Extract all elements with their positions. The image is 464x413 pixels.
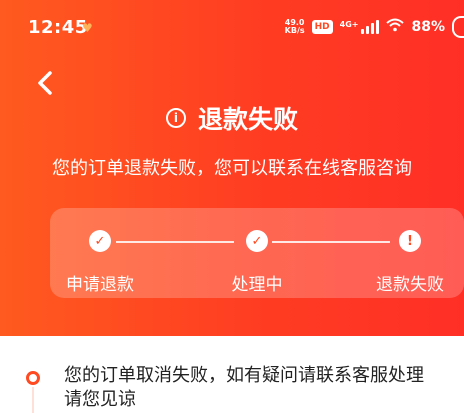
progress-step-apply: ✓ 申请退款 bbox=[45, 230, 155, 295]
heart-icon: ♥ bbox=[82, 21, 93, 35]
status-bar: 12:45 ♥ 49.0 KB/s HD 4G+ 88% bbox=[0, 0, 464, 50]
header-hero: 12:45 ♥ 49.0 KB/s HD 4G+ 88% i 退款失败 您的订单… bbox=[0, 0, 464, 336]
page-subtitle: 您的订单退款失败，您可以联系在线客服咨询 bbox=[52, 158, 412, 179]
check-icon: ✓ bbox=[89, 230, 111, 252]
title-row: i 退款失败 bbox=[0, 100, 464, 136]
info-circle-icon: i bbox=[165, 108, 186, 128]
alert-icon: ! bbox=[399, 230, 421, 252]
progress-step-processing: ✓ 处理中 bbox=[202, 230, 312, 295]
network-speed-unit: KB/s bbox=[284, 26, 305, 35]
progress-step-label: 退款失败 bbox=[376, 275, 444, 295]
battery-icon bbox=[452, 16, 464, 38]
detail-message-continued: 请您见谅 bbox=[64, 389, 136, 408]
page-title: 退款失败 bbox=[197, 105, 298, 134]
status-time: 12:45 bbox=[28, 17, 88, 38]
chevron-left-icon bbox=[38, 71, 52, 95]
status-icons: 49.0 KB/s HD 4G+ 88% bbox=[285, 16, 464, 38]
progress-card: ✓ 申请退款 ✓ 处理中 ! 退款失败 bbox=[50, 208, 464, 298]
progress-step-failed: ! 退款失败 bbox=[355, 230, 464, 295]
detail-panel: 您的订单取消失败，如有疑问请联系客服处理 请您见谅 bbox=[0, 336, 464, 413]
back-button[interactable] bbox=[28, 66, 62, 100]
timeline-line bbox=[32, 387, 34, 413]
signal-icon: 4G+ bbox=[340, 20, 380, 34]
hd-badge: HD bbox=[311, 20, 333, 34]
network-type: 4G+ bbox=[339, 20, 359, 29]
detail-message: 您的订单取消失败，如有疑问请联系客服处理 bbox=[64, 365, 424, 386]
progress-step-label: 申请退款 bbox=[66, 275, 134, 295]
wifi-icon bbox=[386, 18, 405, 36]
network-speed: 49.0 KB/s bbox=[285, 19, 305, 35]
timeline-dot-icon bbox=[26, 371, 40, 385]
battery-level: 88% bbox=[411, 19, 445, 35]
progress-step-label: 处理中 bbox=[231, 275, 283, 295]
check-icon: ✓ bbox=[246, 230, 268, 252]
